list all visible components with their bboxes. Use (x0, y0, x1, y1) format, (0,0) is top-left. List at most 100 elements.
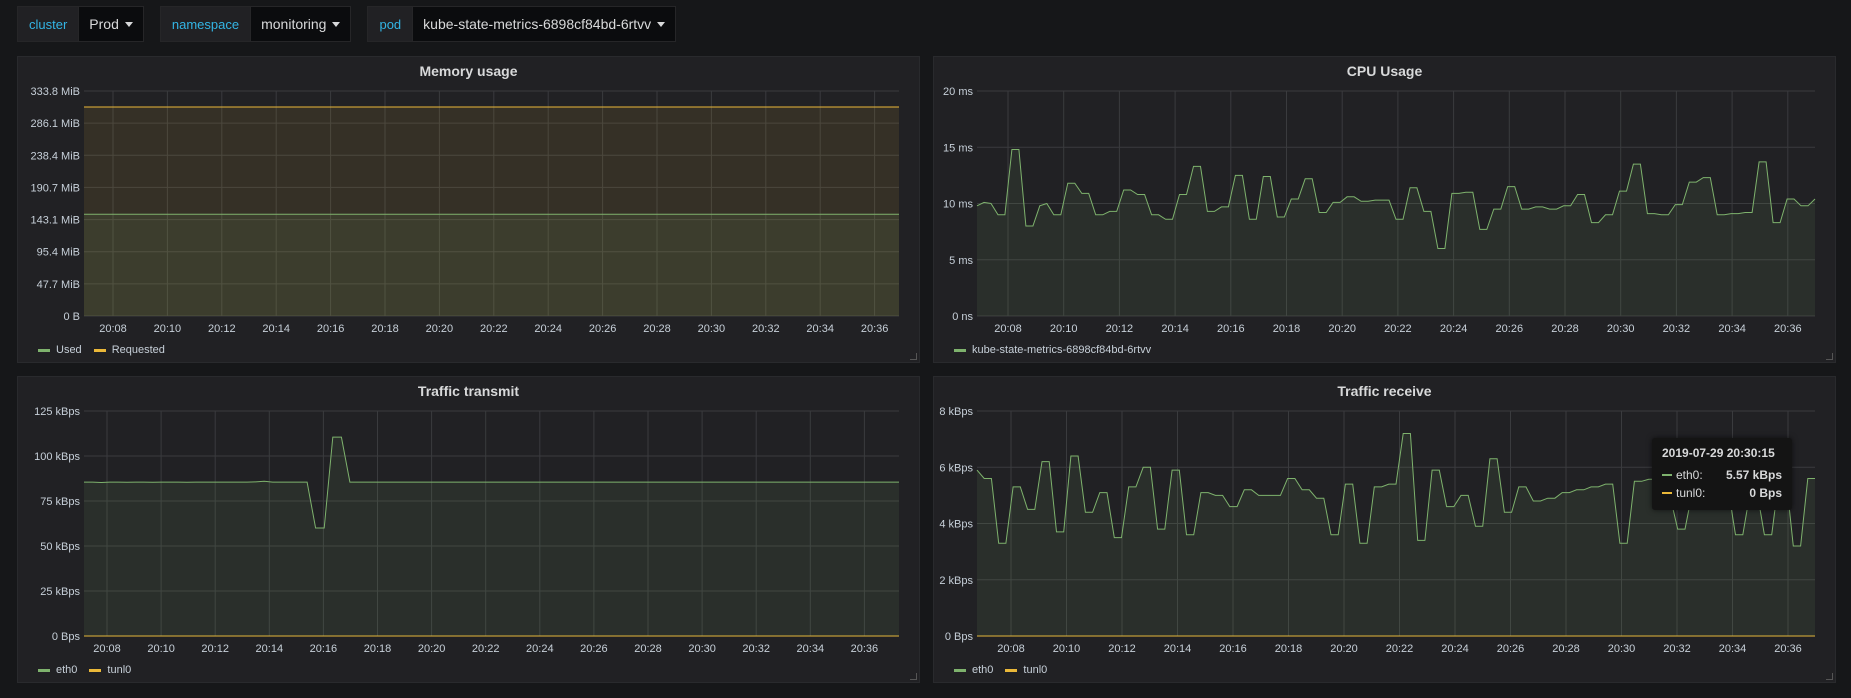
x-tick-label: 20:24 (1440, 323, 1468, 335)
x-tick-label: 20:34 (806, 323, 834, 335)
legend-item-pod[interactable]: kube-state-metrics-6898cf84bd-6rtvv (954, 344, 1151, 356)
variable-namespace: namespace monitoring (159, 6, 352, 42)
pod-dropdown[interactable]: kube-state-metrics-6898cf84bd-6rtvv (412, 6, 677, 42)
y-tick-label: 95.4 MiB (37, 247, 80, 259)
x-tick-label: 20:24 (1441, 643, 1469, 655)
series-area-used (84, 214, 899, 316)
legend-item-tunl0[interactable]: tunl0 (89, 664, 131, 676)
x-tick-label: 20:16 (310, 643, 338, 655)
tooltip-value: 0 Bps (1749, 486, 1782, 500)
legend-swatch (954, 668, 966, 672)
x-tick-label: 20:14 (1164, 643, 1192, 655)
memory-usage-chart[interactable]: 0 B 47.7 MiB 95.4 MiB 143.1 MiB 190.7 MiB 238… (18, 57, 921, 364)
x-tick-label: 20:12 (1106, 323, 1134, 335)
tooltip-row: tunl0: 0 Bps (1662, 484, 1782, 502)
x-tick-label: 20:14 (262, 323, 290, 335)
tooltip-value: 5.57 kBps (1725, 468, 1782, 482)
x-tick-label: 20:16 (317, 323, 345, 335)
legend-label: kube-state-metrics-6898cf84bd-6rtvv (972, 344, 1152, 356)
variable-value: Prod (89, 16, 119, 32)
y-tick-label: 190.7 MiB (30, 182, 80, 194)
x-tick-label: 20:28 (1551, 323, 1579, 335)
x-tick-label: 20:22 (480, 323, 508, 335)
legend-item-eth0[interactable]: eth0 (38, 664, 77, 676)
x-tick-label: 20:20 (1328, 323, 1356, 335)
caret-down-icon (124, 21, 133, 27)
traffic-transmit-chart[interactable]: 0 Bps 25 kBps 50 kBps 75 kBps 100 kBps 125 kB… (18, 377, 921, 684)
legend-label: tunl0 (107, 664, 132, 676)
legend-item-used[interactable]: Used (38, 344, 82, 356)
cpu-usage-chart[interactable]: 0 ns 5 ms 10 ms 15 ms 20 ms 20:08 20:10 20:12 20… (934, 57, 1837, 364)
variable-value: kube-state-metrics-6898cf84bd-6rtvv (423, 16, 652, 32)
x-tick-label: 20:22 (1384, 323, 1412, 335)
x-tick-label: 20:20 (1330, 643, 1358, 655)
x-tick-label: 20:24 (534, 323, 562, 335)
variable-label: namespace (159, 6, 251, 42)
x-tick-label: 20:18 (364, 643, 392, 655)
legend-swatch (38, 668, 50, 672)
x-tick-label: 20:12 (208, 323, 236, 335)
x-tick-label: 20:22 (472, 643, 500, 655)
x-tick-label: 20:30 (1607, 323, 1635, 335)
y-tick-label: 0 Bps (945, 631, 974, 643)
legend-swatch (1662, 474, 1672, 476)
y-tick-label: 6 kBps (939, 462, 973, 474)
caret-down-icon (657, 21, 666, 27)
traffic-transmit-panel: Traffic transmit 0 Bps 25 kBps 50 kBps 75 k… (17, 376, 920, 683)
resize-handle[interactable] (910, 673, 917, 680)
x-tick-label: 20:28 (634, 643, 662, 655)
cluster-dropdown[interactable]: Prod (78, 6, 144, 42)
x-tick-label: 20:12 (1108, 643, 1136, 655)
series-area-eth0 (84, 437, 899, 636)
x-tick-label: 20:36 (1774, 323, 1802, 335)
y-tick-label: 286.1 MiB (30, 118, 80, 130)
x-tick-label: 20:30 (1608, 643, 1636, 655)
x-tick-label: 20:08 (93, 643, 121, 655)
namespace-dropdown[interactable]: monitoring (250, 6, 352, 42)
legend-swatch (1005, 668, 1018, 672)
x-tick-label: 20:22 (1386, 643, 1414, 655)
x-tick-label: 20:34 (797, 643, 825, 655)
x-tick-label: 20:14 (256, 643, 284, 655)
template-variables-bar: cluster Prod namespace monitoring pod ku… (17, 6, 677, 42)
y-tick-label: 0 Bps (52, 631, 81, 643)
y-tick-label: 238.4 MiB (30, 150, 80, 162)
variable-pod: pod kube-state-metrics-6898cf84bd-6rtvv (367, 6, 677, 42)
variable-label: cluster (17, 6, 79, 42)
y-tick-label: 15 ms (943, 142, 973, 154)
memory-usage-panel: Memory usage 0 B 47.7 MiB 95.4 MiB 143.1 Mi… (17, 56, 920, 363)
x-tick-label: 20:28 (1552, 643, 1580, 655)
tooltip-series: eth0: (1662, 466, 1703, 484)
x-tick-label: 20:10 (147, 643, 175, 655)
resize-handle[interactable] (1826, 673, 1833, 680)
y-tick-label: 125 kBps (34, 406, 80, 418)
x-tick-label: 20:08 (99, 323, 127, 335)
x-tick-label: 20:36 (861, 323, 889, 335)
resize-handle[interactable] (1826, 353, 1833, 360)
x-tick-label: 20:18 (371, 323, 399, 335)
resize-handle[interactable] (910, 353, 917, 360)
legend-item-eth0[interactable]: eth0 (954, 664, 993, 676)
x-tick-label: 20:08 (994, 323, 1022, 335)
legend-item-tunl0[interactable]: tunl0 (1005, 664, 1047, 676)
y-tick-label: 47.7 MiB (37, 279, 80, 291)
variable-cluster: cluster Prod (17, 6, 144, 42)
x-tick-label: 20:26 (1497, 643, 1525, 655)
legend-swatch (1662, 492, 1672, 494)
legend-item-requested[interactable]: Requested (93, 344, 165, 356)
y-tick-label: 10 ms (943, 199, 973, 211)
x-tick-label: 20:36 (851, 643, 879, 655)
tooltip-time: 2019-07-29 20:30:15 (1662, 446, 1775, 460)
x-tick-label: 20:30 (698, 323, 726, 335)
legend-label: eth0 (972, 664, 994, 676)
y-tick-label: 333.8 MiB (30, 86, 80, 98)
x-tick-label: 20:18 (1275, 643, 1303, 655)
x-tick-label: 20:32 (752, 323, 780, 335)
y-tick-label: 8 kBps (939, 406, 973, 418)
y-tick-label: 75 kBps (40, 496, 80, 508)
panel-legend: Used Requested (38, 344, 165, 356)
x-tick-label: 20:32 (1663, 323, 1691, 335)
traffic-receive-chart[interactable]: 0 Bps 2 kBps 4 kBps 6 kBps 8 kBps 20:08 20:10 2… (934, 377, 1837, 684)
cpu-usage-panel: CPU Usage 0 ns 5 ms 10 ms 15 ms 20 ms 20:08 20… (933, 56, 1836, 363)
x-tick-label: 20:16 (1219, 643, 1247, 655)
